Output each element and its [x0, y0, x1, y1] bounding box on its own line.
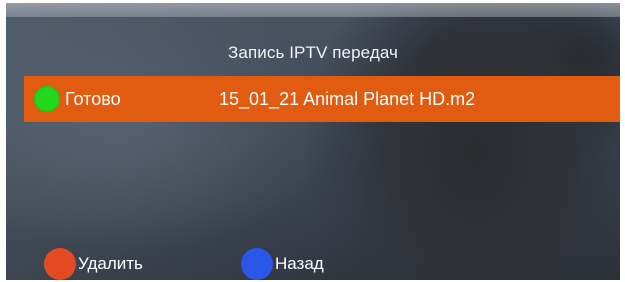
back-label: Назад: [275, 254, 324, 273]
recording-row[interactable]: Готово 15_01_21 Animal Planet HD.m2: [24, 76, 620, 122]
back-button[interactable]: Назад: [241, 248, 324, 280]
recording-status: Готово: [65, 88, 121, 109]
delete-label: Удалить: [78, 254, 143, 273]
delete-button[interactable]: Удалить: [44, 248, 143, 280]
blue-key-icon: [241, 248, 273, 280]
top-edge: [6, 3, 620, 17]
page-title: Запись IPTV передач: [228, 43, 398, 62]
recording-file-name: 15_01_21 Animal Planet HD.m2: [219, 88, 476, 109]
iptv-recordings-screen: Запись IPTV передач Готово 15_01_21 Anim…: [6, 3, 620, 280]
status-ready-indicator-icon: [34, 86, 60, 112]
footer-hints: Удалить Назад: [6, 248, 620, 280]
red-key-icon: [44, 248, 76, 280]
